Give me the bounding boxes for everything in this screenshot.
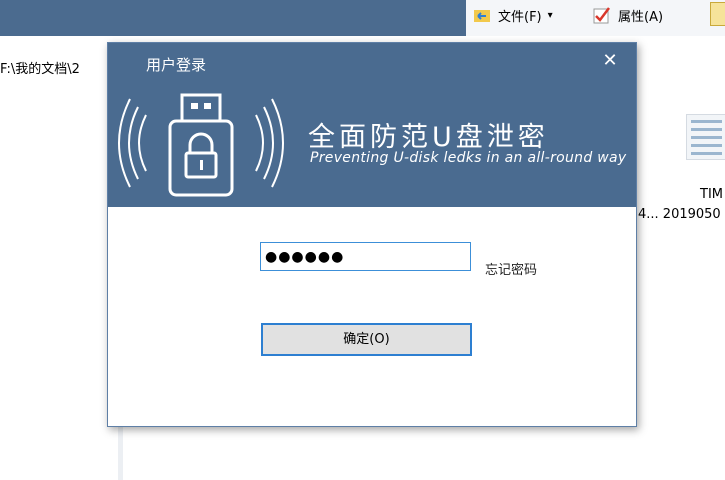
ribbon-file-button[interactable]: 文件(F) ▾ (472, 0, 553, 30)
dialog-banner: 用户登录 ✕ 全面防范U盘泄密 Preventing U-disk ledks … (108, 43, 636, 207)
close-button[interactable]: ✕ (600, 51, 620, 71)
ok-button[interactable]: 确定(O) (261, 323, 472, 356)
close-icon: ✕ (602, 50, 618, 71)
login-dialog: 用户登录 ✕ 全面防范U盘泄密 Preventing U-disk ledks … (107, 42, 637, 427)
folder-move-icon (474, 10, 490, 22)
document-icon (710, 2, 725, 26)
file-thumbnail[interactable] (686, 114, 725, 160)
forgot-password-link[interactable]: 忘记密码 (485, 259, 537, 278)
dialog-title: 用户登录 (146, 56, 207, 74)
ribbon-properties-button[interactable]: 属性(A) (592, 0, 663, 30)
checkmark-properties-icon (593, 7, 610, 24)
ribbon-properties-label: 属性(A) (618, 9, 664, 25)
banner-slogan-english: Preventing U-disk ledks in an all-round … (310, 150, 627, 166)
chevron-down-icon: ▾ (547, 9, 553, 21)
ribbon-file-label: 文件(F) (498, 9, 542, 25)
explorer-ribbon: 文件(F) ▾ 属性(A) (466, 0, 725, 36)
password-field[interactable] (260, 242, 471, 271)
banner-slogan: 全面防范U盘泄密 (308, 122, 549, 153)
address-bar-path[interactable]: F:\我的文档\2 (0, 58, 80, 77)
nav-pane-divider (118, 420, 123, 480)
file-tile-label[interactable]: TIM (700, 187, 723, 202)
file-tile-name[interactable]: 4... 2019050 (638, 207, 721, 222)
usb-lock-icon (118, 93, 284, 197)
